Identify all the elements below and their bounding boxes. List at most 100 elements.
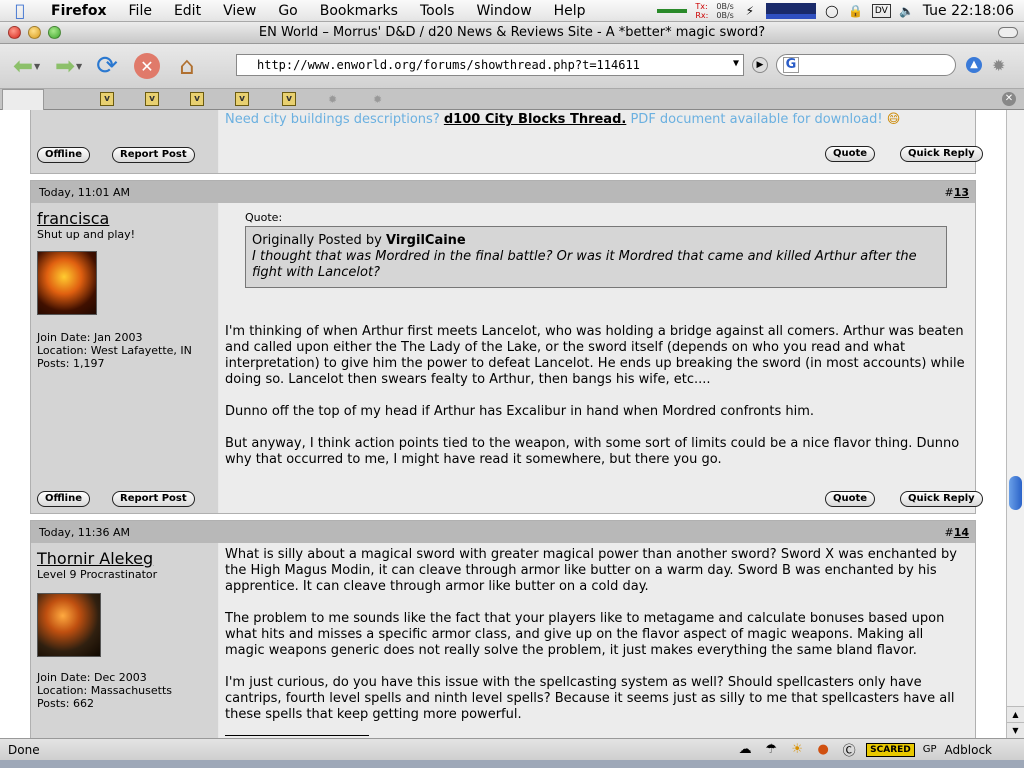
adblock-button[interactable]: Adblock xyxy=(945,743,992,757)
offline-button[interactable]: Offline xyxy=(37,491,90,507)
post-paragraph: I'm just curious, do you have this issue… xyxy=(225,675,955,722)
status-icons: ☁ ☂ ☀ ● Ⓒ SCARED GP Adblock xyxy=(736,740,1024,759)
previous-post-body: Need city buildings descriptions? d100 C… xyxy=(219,110,983,173)
weather-sun-icon[interactable]: ☀ xyxy=(788,742,806,757)
toolbar-toggle-button[interactable] xyxy=(998,27,1018,38)
user-info: Join Date: Dec 2003 Location: Massachuse… xyxy=(37,671,218,710)
creative-commons-icon[interactable]: Ⓒ xyxy=(840,740,858,759)
bookmark-5-icon[interactable]: v xyxy=(282,92,296,106)
home-button[interactable]: ⌂ xyxy=(170,49,204,83)
quote-text: I thought that was Mordred in the final … xyxy=(252,249,917,280)
post-header: Today, 11:36 AM #14 xyxy=(31,521,975,543)
lock-icon[interactable]: 🔒 xyxy=(848,3,864,19)
scroll-up-arrow-icon[interactable]: ▲ xyxy=(1007,706,1024,722)
stop-button[interactable]: ✕ xyxy=(130,49,164,83)
menu-app[interactable]: Firefox xyxy=(40,3,118,19)
browser-tab[interactable] xyxy=(2,89,44,110)
previous-post: Offline Report Post Need city buildings … xyxy=(30,110,983,174)
report-post-button[interactable]: Report Post xyxy=(112,147,195,163)
menu-window[interactable]: Window xyxy=(465,3,542,19)
menu-clock[interactable]: Tue 22:18:06 xyxy=(923,3,1014,19)
search-go-button[interactable]: ▲ xyxy=(966,57,982,73)
bookmark-3-icon[interactable]: v xyxy=(190,92,204,106)
window-title-bar: EN World – Morrus' D&D / d20 News & Revi… xyxy=(0,22,1024,44)
post-number: #14 xyxy=(944,525,969,539)
post-paragraph: I'm thinking of when Arthur first meets … xyxy=(225,324,965,387)
weather-cloud-icon[interactable]: ☁ xyxy=(736,742,754,757)
post-count: Posts: 662 xyxy=(37,697,94,710)
quote-box: Originally Posted by VirgilCaine I thoug… xyxy=(245,226,947,288)
menu-edit[interactable]: Edit xyxy=(163,3,212,19)
post-user-column: francisca Shut up and play! Join Date: J… xyxy=(31,203,218,513)
url-input[interactable]: http://www.enworld.org/forums/showthread… xyxy=(236,54,744,76)
signature-divider xyxy=(225,735,369,736)
post-permalink[interactable]: 13 xyxy=(954,186,969,199)
dv-badge[interactable]: DV xyxy=(871,3,891,18)
close-tab-icon[interactable]: ✕ xyxy=(1002,92,1016,106)
quote-button[interactable]: Quote xyxy=(825,146,876,162)
close-window-button[interactable] xyxy=(8,26,21,39)
vertical-scrollbar[interactable]: ▲ ▼ xyxy=(1006,110,1024,738)
offline-button[interactable]: Offline xyxy=(37,147,90,163)
quick-reply-button[interactable]: Quick Reply xyxy=(900,146,983,162)
lightning-icon[interactable]: ⚡ xyxy=(742,3,758,19)
post-user-column: Thornir Alekeg Level 9 Procrastinator Jo… xyxy=(31,543,218,738)
firefox-icon[interactable]: ● xyxy=(814,742,832,757)
username-link[interactable]: francisca xyxy=(37,209,218,228)
zoom-window-button[interactable] xyxy=(48,26,61,39)
post-permalink[interactable]: 14 xyxy=(954,526,969,539)
net-tx-rate: 0B/s xyxy=(716,1,734,11)
menu-view[interactable]: View xyxy=(212,3,267,19)
scroll-down-arrow-icon[interactable]: ▼ xyxy=(1007,722,1024,738)
post-body: Quote: Originally Posted by VirgilCaine … xyxy=(219,203,983,513)
scared-badge[interactable]: SCARED xyxy=(866,742,915,757)
stop-icon: ✕ xyxy=(134,53,160,79)
menu-tools[interactable]: Tools xyxy=(409,3,466,19)
back-history-caret-icon[interactable]: ▼ xyxy=(34,62,42,71)
post-date: Today, 11:36 AM xyxy=(39,525,131,539)
avatar xyxy=(37,593,101,657)
gp-label[interactable]: GP xyxy=(923,744,937,755)
user-title: Level 9 Procrastinator xyxy=(37,568,158,581)
report-post-button[interactable]: Report Post xyxy=(112,491,195,507)
network-activity-icon xyxy=(657,8,688,13)
dock-strip xyxy=(0,760,1024,768)
city-blocks-link[interactable]: d100 City Blocks Thread. xyxy=(444,112,626,127)
speech-bubble-icon[interactable]: ◯ xyxy=(824,3,840,19)
username-link[interactable]: Thornir Alekeg xyxy=(37,549,218,568)
menu-bookmarks[interactable]: Bookmarks xyxy=(309,3,409,19)
window-title: EN World – Morrus' D&D / d20 News & Revi… xyxy=(258,25,766,40)
quote-button[interactable]: Quote xyxy=(825,491,876,507)
bookmarks-toolbar: v v v v v ✹ ✹ ✕ xyxy=(0,88,1024,110)
network-rates: 0B/s 0B/s xyxy=(716,2,733,20)
cpu-graph-icon[interactable] xyxy=(765,2,816,19)
search-engine-icon[interactable]: G xyxy=(783,57,799,73)
loading-throbber-icon: ✹ xyxy=(992,56,1006,75)
quick-reply-button[interactable]: Quick Reply xyxy=(900,491,983,507)
post-paragraph: The problem to me sounds like the fact t… xyxy=(225,611,945,658)
post-paragraph: Dunno off the top of my head if Arthur h… xyxy=(225,404,815,419)
bookmark-4-icon[interactable]: v xyxy=(235,92,249,106)
post-14: Today, 11:36 AM #14 Thornir Alekeg Level… xyxy=(30,520,976,738)
go-button[interactable]: ▶ xyxy=(752,57,768,73)
bookmark-6-icon[interactable]: ✹ xyxy=(328,93,337,106)
quote-author: VirgilCaine xyxy=(385,233,466,248)
url-history-dropdown-icon[interactable]: ▼ xyxy=(733,58,739,69)
minimize-window-button[interactable] xyxy=(28,26,41,39)
volume-icon[interactable]: 🔈 xyxy=(899,3,915,19)
search-input[interactable]: G xyxy=(776,54,956,76)
bookmark-1-icon[interactable]: v xyxy=(100,92,114,106)
post-number: #13 xyxy=(944,185,969,199)
reload-button[interactable]: ⟳ xyxy=(90,49,124,83)
post-text: What is silly about a magical sword with… xyxy=(225,547,967,723)
menu-file[interactable]: File xyxy=(118,3,163,19)
forward-history-caret-icon[interactable]: ▼ xyxy=(76,62,84,71)
apple-menu-icon[interactable]:  xyxy=(0,1,40,20)
bookmark-7-icon[interactable]: ✹ xyxy=(373,93,382,106)
bookmark-2-icon[interactable]: v xyxy=(145,92,159,106)
weather-rain-icon[interactable]: ☂ xyxy=(762,742,780,757)
menu-go[interactable]: Go xyxy=(267,3,308,19)
scrollbar-thumb[interactable] xyxy=(1009,476,1022,510)
laughing-smiley-icon: 😄 xyxy=(886,112,901,127)
menu-help[interactable]: Help xyxy=(543,3,597,19)
